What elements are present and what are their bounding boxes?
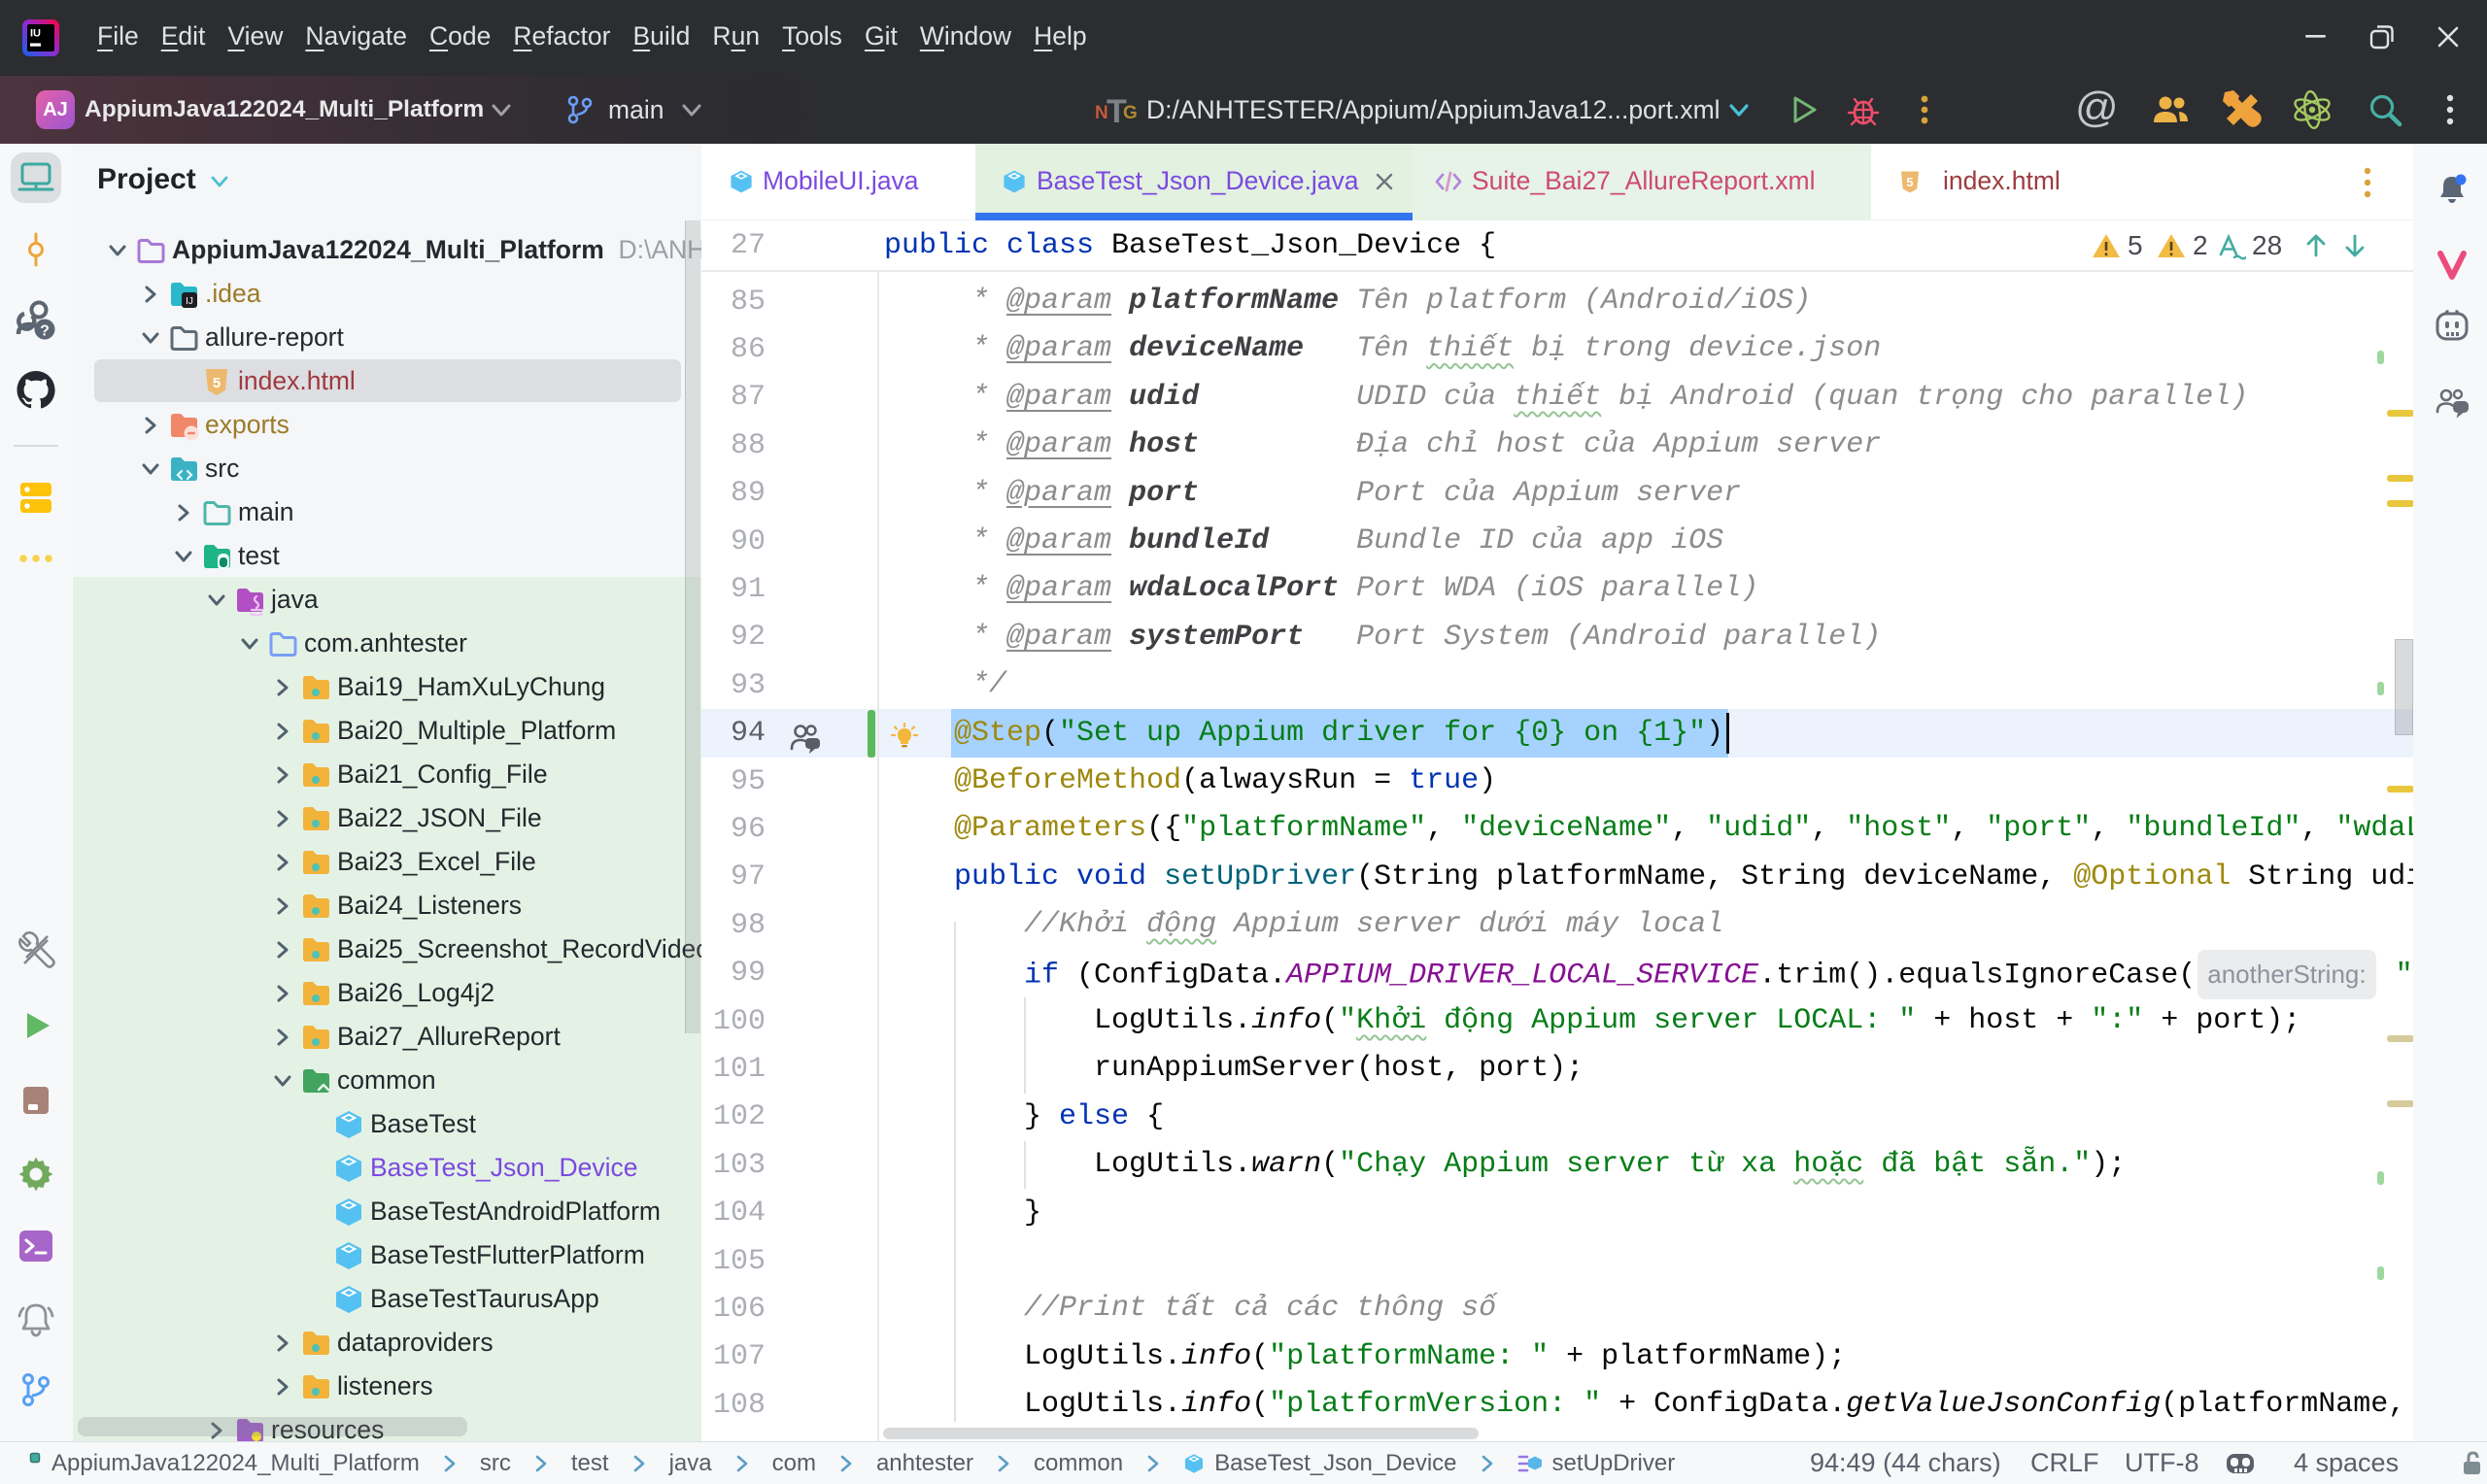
svg-text:IJ: IJ — [186, 296, 193, 307]
svg-text:5: 5 — [1907, 176, 1914, 189]
svg-text:?: ? — [40, 323, 50, 340]
svg-text:5: 5 — [213, 375, 221, 391]
svg-text:G: G — [1123, 103, 1138, 123]
svg-text:IU: IU — [30, 28, 41, 40]
